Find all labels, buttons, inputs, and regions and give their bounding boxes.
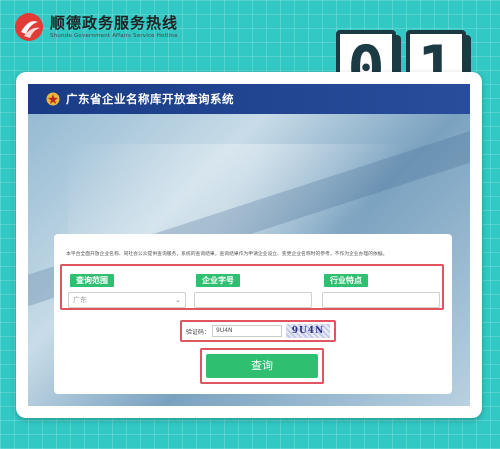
captcha-input[interactable]: 9U4N — [212, 325, 282, 337]
submit-highlight: 查询 — [200, 348, 324, 384]
captcha-image[interactable]: 9U4N — [286, 324, 330, 338]
app-title: 广东省企业名称库开放查询系统 — [66, 92, 234, 106]
screenshot-panel: 广东省企业名称库开放查询系统 本平台全面开放企业名称、同社会公众提供查询服务，系… — [16, 72, 482, 418]
brand-logo-icon — [15, 13, 43, 41]
app-screen: 广东省企业名称库开放查询系统 本平台全面开放企业名称、同社会公众提供查询服务，系… — [28, 84, 470, 406]
tradename-input[interactable] — [194, 292, 312, 308]
field-label-industry: 行业特点 — [324, 274, 368, 287]
form-note: 本平台全面开放企业名称、同社会公众提供查询服务，系统的查询结果，查询结果作为申请… — [66, 252, 388, 257]
search-button[interactable]: 查询 — [206, 354, 318, 378]
field-label-scope: 查询范围 — [70, 274, 114, 287]
scope-select-value: 广东 — [73, 296, 87, 304]
query-fields-group: 查询范围 广东 ⌄ 企业字号 行业特点 — [60, 264, 444, 310]
query-form: 本平台全面开放企业名称、同社会公众提供查询服务，系统的查询结果，查询结果作为申请… — [54, 234, 452, 394]
app-header: 广东省企业名称库开放查询系统 — [28, 84, 470, 114]
emblem-icon — [46, 92, 60, 106]
chevron-down-icon: ⌄ — [175, 296, 181, 304]
brand: 顺德政务服务热线 Shunde Government Affairs Servi… — [14, 12, 178, 42]
captcha-group: 验证码： 9U4N 9U4N — [180, 320, 336, 342]
brand-name-en: Shunde Government Affairs Service Hotlin… — [50, 33, 178, 39]
captcha-label: 验证码： — [186, 329, 211, 336]
scope-select[interactable]: 广东 ⌄ — [68, 292, 186, 308]
field-label-tradename: 企业字号 — [196, 274, 240, 287]
brand-name: 顺德政务服务热线 — [50, 14, 179, 32]
industry-input[interactable] — [322, 292, 440, 308]
